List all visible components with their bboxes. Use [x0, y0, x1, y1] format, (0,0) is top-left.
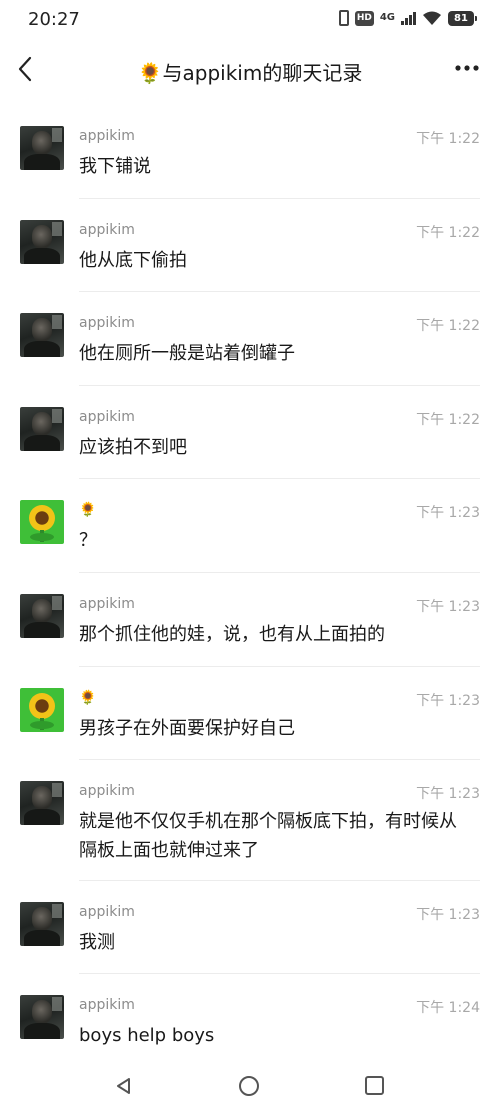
message-divider — [79, 198, 480, 199]
sender-name: appikim — [79, 596, 135, 612]
avatar-sunflower[interactable] — [20, 500, 64, 544]
sender-name: appikim — [79, 315, 135, 331]
message-divider — [79, 666, 480, 667]
sender-name: appikim — [79, 904, 135, 920]
wifi-icon — [423, 11, 441, 25]
status-icons: HD 4G 81 — [338, 10, 477, 26]
status-bar: 20:27 HD 4G 81 — [0, 0, 500, 40]
sender-name: appikim — [79, 997, 135, 1013]
battery-icon: 81 — [448, 10, 477, 26]
message-text: 他在厕所一般是站着倒罐子 — [79, 343, 295, 364]
square-recent-icon[interactable] — [365, 1076, 384, 1095]
message-time: 下午 1:23 — [416, 693, 480, 709]
message-time: 下午 1:23 — [416, 786, 480, 802]
message-time: 下午 1:22 — [416, 225, 480, 241]
message-divider — [79, 880, 480, 881]
message-text: 那个抓住他的娃，说，也有从上面拍的 — [79, 624, 385, 645]
message-time: 下午 1:22 — [416, 318, 480, 334]
message-text: 应该拍不到吧 — [79, 437, 187, 458]
message-divider — [79, 973, 480, 974]
message-text: 我下铺说 — [79, 156, 151, 177]
network-type: 4G — [379, 12, 395, 23]
status-time: 20:27 — [28, 9, 80, 30]
avatar-appikim[interactable] — [20, 220, 64, 264]
message-time: 下午 1:23 — [416, 505, 480, 521]
message-divider — [79, 291, 480, 292]
hd-badge: HD — [354, 10, 374, 26]
message-text: boys help boys — [79, 1025, 215, 1046]
sender-name: appikim — [79, 128, 135, 144]
page-title: 🌻与appikim的聊天记录 — [137, 61, 363, 85]
vibrate-icon — [338, 10, 349, 26]
message-time: 下午 1:24 — [416, 1000, 480, 1016]
avatar-sunflower[interactable] — [20, 688, 64, 732]
message-text: 男孩子在外面要保护好自己 — [79, 718, 295, 739]
message-divider — [79, 478, 480, 479]
message-divider — [79, 572, 480, 573]
message-divider — [79, 385, 480, 386]
avatar-appikim[interactable] — [20, 594, 64, 638]
sender-name: appikim — [79, 783, 135, 799]
avatar-appikim[interactable] — [20, 126, 64, 170]
sender-name: appikim — [79, 409, 135, 425]
sender-name: 🌻 — [79, 690, 97, 706]
avatar-appikim[interactable] — [20, 781, 64, 825]
circle-home-icon[interactable] — [239, 1076, 259, 1096]
message-divider — [79, 759, 480, 760]
chat-header: 🌻与appikim的聊天记录 — [0, 40, 500, 102]
signal-icon — [401, 11, 416, 25]
avatar-appikim[interactable] — [20, 995, 64, 1039]
message-time: 下午 1:22 — [416, 131, 480, 147]
message-time: 下午 1:22 — [416, 412, 480, 428]
sender-name: appikim — [79, 222, 135, 238]
message-text: ？ — [79, 530, 97, 551]
message-text: 我测 — [79, 932, 115, 953]
chevron-left-icon[interactable] — [14, 54, 36, 84]
system-nav-bar — [0, 1060, 500, 1115]
more-dots-icon[interactable] — [454, 62, 480, 74]
message-text: 就是他不仅仅手机在那个隔板底下拍，有时候从隔板上面也就伸过来了 — [79, 811, 457, 861]
message-time: 下午 1:23 — [416, 907, 480, 923]
message-text: 他从底下偷拍 — [79, 250, 187, 271]
sender-name: 🌻 — [79, 502, 97, 518]
message-time: 下午 1:23 — [416, 599, 480, 615]
avatar-appikim[interactable] — [20, 407, 64, 451]
avatar-appikim[interactable] — [20, 902, 64, 946]
triangle-back-icon[interactable] — [114, 1076, 134, 1096]
avatar-appikim[interactable] — [20, 313, 64, 357]
